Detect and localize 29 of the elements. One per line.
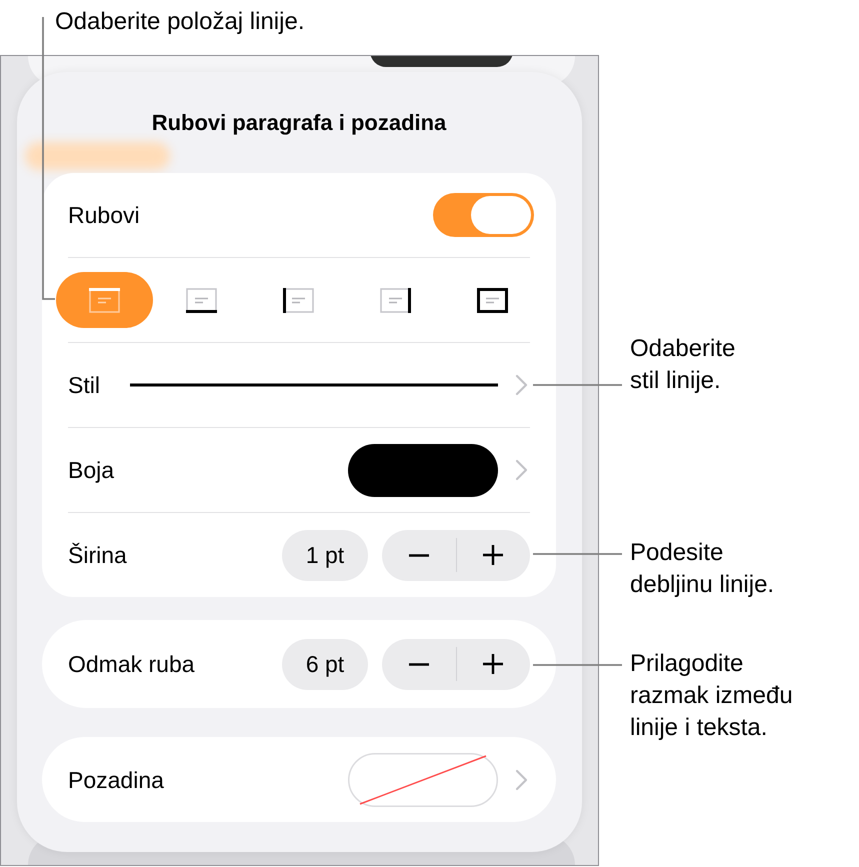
line-style-icon[interactable] [130,383,498,387]
row-label: Odmak ruba [68,650,195,678]
chevron-icon[interactable] [515,459,528,481]
row-label: Stil [68,371,100,399]
paragraph-border-icon [89,288,120,312]
row-label: Boja [68,456,114,484]
toggle-switch[interactable] [433,193,534,237]
value-field[interactable]: 1 pt [282,530,368,580]
row-label: Pozadina [68,766,164,794]
callout-text: Odaberite položaj linije. [55,7,304,37]
value-field[interactable]: 6 pt [282,638,368,690]
callout-text: Podesite debljinu linije. [630,538,774,600]
minus-icon [408,662,429,666]
row-label: Širina [68,541,127,569]
plus-icon [483,654,504,674]
chevron-icon[interactable] [515,374,528,396]
callout-text: Prilagodite razmak između linije i teksta. [630,649,793,743]
paragraph-border-icon [186,288,217,312]
swatch-icon[interactable] [348,444,498,496]
paragraph-border-icon [477,288,508,312]
no-fill-swatch-icon[interactable] [348,752,498,806]
popover-title: Rubovi paragrafa i pozadina [150,109,448,137]
row-label: Rubovi [68,201,140,229]
plus-icon [483,545,504,565]
paragraph-border-icon [283,288,314,312]
chevron-icon[interactable] [515,768,528,790]
callout-text: Odaberite stil linije. [630,334,736,396]
paragraph-border-icon [380,288,411,312]
minus-icon [408,554,429,556]
